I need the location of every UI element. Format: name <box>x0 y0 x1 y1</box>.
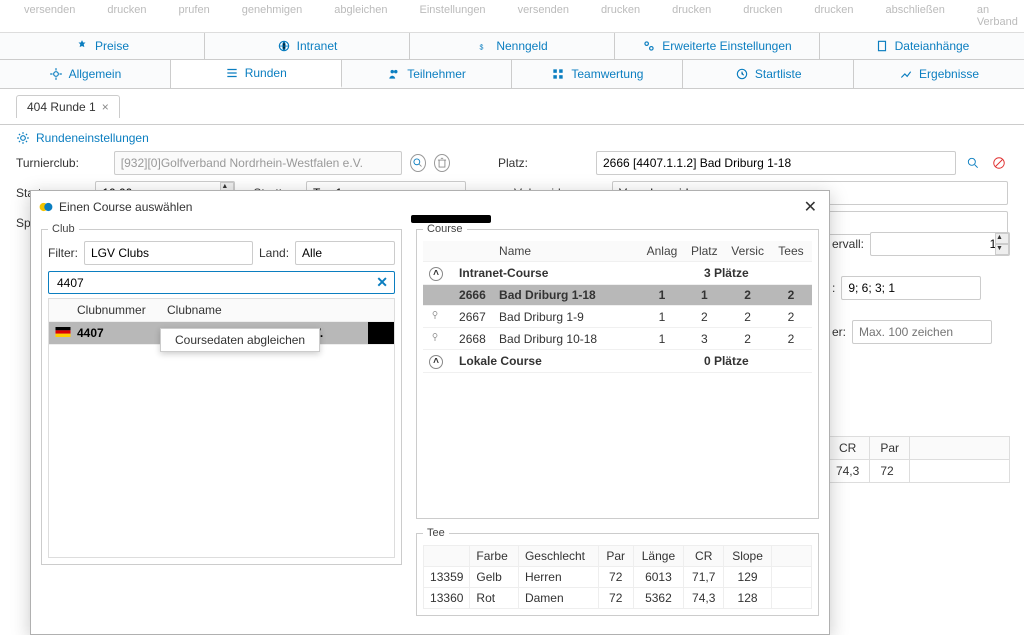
spin-down-icon[interactable]: ▼ <box>995 244 1009 255</box>
tab-teamwertung[interactable]: Teamwertung <box>512 60 683 88</box>
delete-club-icon[interactable] <box>434 154 450 172</box>
tab-allgemein[interactable]: Allgemein <box>0 60 171 88</box>
course-select-modal: Einen Course auswählen ✕ Club Filter: La… <box>30 190 830 635</box>
ghost-toolbar: versendendruckenprufengenehmigenabgleich… <box>0 0 1024 33</box>
app-icon <box>39 200 53 214</box>
modal-title: Einen Course auswählen <box>59 200 192 214</box>
tab-nenngeld[interactable]: $Nenngeld <box>410 33 615 59</box>
mini-cr-par-table: CRPar 74,372 <box>825 436 1010 483</box>
tabs-row-1: Preise Intranet $Nenngeld Erweiterte Ein… <box>0 33 1024 60</box>
tabs-row-2: Allgemein Runden Teilnehmer Teamwertung … <box>0 60 1024 89</box>
col-platz[interactable]: Platz <box>683 241 725 262</box>
label-filter: Filter: <box>48 246 78 260</box>
tab-ergebnisse[interactable]: Ergebnisse <box>854 60 1024 88</box>
label-platz: Platz: <box>498 156 588 170</box>
cancel-platz-icon[interactable] <box>990 154 1008 172</box>
close-icon[interactable]: ✕ <box>800 197 821 217</box>
tab-teilnehmer[interactable]: Teilnehmer <box>342 60 513 88</box>
search-club-icon[interactable] <box>410 154 426 172</box>
col-geschlecht[interactable]: Geschlecht <box>518 546 598 567</box>
club-legend: Club <box>48 223 79 235</box>
col-name[interactable]: Name <box>493 241 641 262</box>
col-tees[interactable]: Tees <box>770 241 812 262</box>
col-clubnummer[interactable]: Clubnummer <box>71 299 161 321</box>
input-ervall[interactable] <box>870 232 1010 256</box>
input-er[interactable] <box>852 320 992 344</box>
tab-runden[interactable]: Runden <box>171 60 342 88</box>
tab-dateianhaenge[interactable]: Dateianhänge <box>820 33 1024 59</box>
resize-handle[interactable] <box>411 215 491 223</box>
course-row[interactable]: 2667Bad Driburg 1-91222 <box>423 306 812 328</box>
col-cr[interactable]: CR <box>684 546 724 567</box>
flag-de-icon <box>49 322 71 344</box>
col-slope[interactable]: Slope <box>724 546 772 567</box>
tee-row[interactable]: 13360RotDamen72536274,3128 <box>424 588 812 609</box>
tab-preise[interactable]: Preise <box>0 33 205 59</box>
course-row[interactable]: 2666Bad Driburg 1-181122 <box>423 285 812 306</box>
tab-erweiterte[interactable]: Erweiterte Einstellungen <box>615 33 820 59</box>
open-tab-runde[interactable]: 404 Runde 1 × <box>16 95 120 118</box>
input-platz[interactable] <box>596 151 956 175</box>
search-input[interactable] <box>55 275 376 291</box>
col-farbe[interactable]: Farbe <box>470 546 519 567</box>
label-land: Land: <box>259 246 289 260</box>
label-dash: : <box>832 281 835 295</box>
tab-startliste[interactable]: Startliste <box>683 60 854 88</box>
label-er: er: <box>832 325 846 339</box>
col-versic[interactable]: Versic <box>725 241 770 262</box>
context-menu[interactable]: Coursedaten abgleichen <box>160 328 320 352</box>
spin-up-icon[interactable]: ▲ <box>995 233 1009 244</box>
input-turnierclub[interactable] <box>114 151 402 175</box>
tee-row[interactable]: 13359GelbHerren72601371,7129 <box>424 567 812 588</box>
course-legend: Course <box>423 223 466 235</box>
close-tab-icon[interactable]: × <box>102 100 109 114</box>
col-laenge[interactable]: Länge <box>633 546 684 567</box>
input-dash[interactable] <box>841 276 981 300</box>
search-input-wrap: ✕ <box>48 271 395 294</box>
col-clubname[interactable]: Clubname <box>161 299 394 321</box>
select-land[interactable] <box>295 241 395 265</box>
col-anlag[interactable]: Anlag <box>641 241 684 262</box>
col-par[interactable]: Par <box>598 546 633 567</box>
svg-text:$: $ <box>480 45 484 52</box>
clear-search-icon[interactable]: ✕ <box>376 274 388 291</box>
label-turnierclub: Turnierclub: <box>16 156 106 170</box>
tee-legend: Tee <box>423 527 449 539</box>
course-row[interactable]: 2668Bad Driburg 10-181322 <box>423 328 812 350</box>
search-platz-icon[interactable] <box>964 154 982 172</box>
tab-intranet[interactable]: Intranet <box>205 33 410 59</box>
select-filter[interactable] <box>84 241 253 265</box>
section-header: Rundeneinstellungen <box>0 125 1024 151</box>
open-tabs: 404 Runde 1 × <box>0 89 1024 125</box>
gear-icon <box>16 131 30 145</box>
label-ervall: ervall: <box>832 237 864 251</box>
